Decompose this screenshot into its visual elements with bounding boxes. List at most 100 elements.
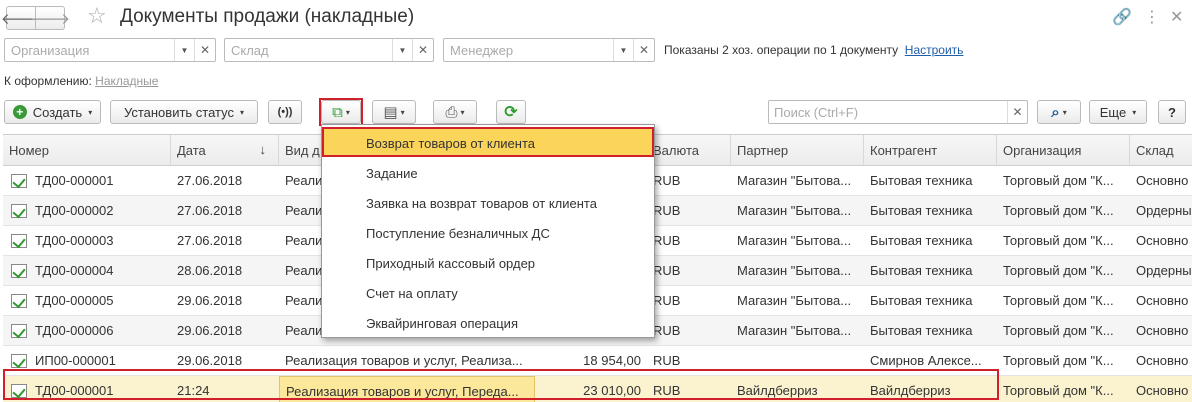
arrow-right-icon: 🡒: [29, 10, 71, 28]
menu-item[interactable]: Задание: [322, 157, 654, 187]
radio-waves-icon: (•)): [277, 106, 293, 118]
manager-placeholder[interactable]: Менеджер: [444, 39, 613, 61]
print-button[interactable]: ⎙ ▾: [433, 100, 477, 124]
cell-date: 27.06.2018: [177, 173, 243, 188]
create-based-on-menu: Возврат товаров от клиента Задание Заявка …: [321, 124, 655, 338]
menu-item[interactable]: Счет на оплату: [322, 277, 654, 307]
more-button-label: Еще: [1099, 104, 1127, 120]
cell-counterparty: Бытовая техника: [870, 233, 973, 248]
set-status-label: Установить статус: [123, 104, 235, 120]
caret-down-icon: ▾: [1132, 107, 1137, 117]
column-organization[interactable]: Организация: [997, 135, 1130, 166]
menu-item[interactable]: Приходный кассовый ордер: [322, 247, 654, 277]
search-box[interactable]: Поиск (Ctrl+F) ✕: [768, 100, 1028, 124]
link-icon[interactable]: 🔗: [1112, 7, 1132, 27]
caret-down-icon: ▾: [400, 107, 405, 117]
clear-icon[interactable]: ✕: [412, 39, 433, 61]
refresh-icon: ⟳: [504, 104, 518, 121]
cell-warehouse: Основно: [1136, 353, 1189, 368]
chevron-down-icon[interactable]: ▼: [174, 39, 194, 61]
cell-partner: Магазин "Бытова...: [737, 293, 852, 308]
cell-number: ТД00-000002: [35, 203, 114, 218]
more-vertical-icon[interactable]: ⋮: [1144, 7, 1160, 27]
warehouse-placeholder[interactable]: Склад: [225, 39, 392, 61]
cell-counterparty: Бытовая техника: [870, 203, 973, 218]
clear-icon[interactable]: ✕: [1007, 101, 1027, 123]
organization-placeholder[interactable]: Организация: [5, 39, 174, 61]
search-options-button[interactable]: ⌕ ▾: [1037, 100, 1081, 124]
exchange-button[interactable]: (•)): [268, 100, 302, 124]
cell-number: ТД00-000001: [35, 173, 114, 188]
cell-currency: RUB: [653, 203, 681, 218]
cell-counterparty: Бытовая техника: [870, 263, 973, 278]
cell-warehouse: Основно: [1136, 293, 1189, 308]
column-date-label: Дата: [177, 143, 206, 158]
cell-warehouse: Ордерны: [1136, 203, 1192, 218]
cell-organization: Торговый дом "К...: [1003, 233, 1114, 248]
more-button[interactable]: Еще ▾: [1089, 100, 1147, 124]
reports-button[interactable]: ▤ ▾: [372, 100, 416, 124]
operations-info: Показаны 2 хоз. операции по 1 документу …: [664, 43, 963, 57]
column-number[interactable]: Номер: [3, 135, 171, 166]
cell-date: 27.06.2018: [177, 233, 243, 248]
cell-organization: Торговый дом "К...: [1003, 383, 1114, 398]
caret-down-icon: ▾: [88, 107, 93, 117]
cell-partner: Магазин "Бытова...: [737, 173, 852, 188]
cell-counterparty: Бытовая техника: [870, 173, 973, 188]
cell-partner: Магазин "Бытова...: [737, 323, 852, 338]
operations-info-text: Показаны 2 хоз. операции по 1 документу: [664, 43, 899, 57]
pending-section: К оформлению: Накладные: [4, 74, 158, 88]
cell-counterparty: Бытовая техника: [870, 293, 973, 308]
chevron-down-icon[interactable]: ▼: [392, 39, 412, 61]
menu-item[interactable]: Возврат товаров от клиента: [322, 127, 654, 157]
caret-down-icon: ▾: [460, 107, 465, 117]
cell-partner: Магазин "Бытова...: [737, 233, 852, 248]
cell-date: 29.06.2018: [177, 323, 243, 338]
plus-circle-icon: +: [12, 105, 27, 119]
column-counterparty[interactable]: Контрагент: [864, 135, 997, 166]
column-partner[interactable]: Партнер: [731, 135, 864, 166]
set-status-button[interactable]: Установить статус ▾: [110, 100, 258, 124]
cell-partner: Магазин "Бытова...: [737, 263, 852, 278]
refresh-button[interactable]: ⟳: [496, 100, 526, 124]
menu-item[interactable]: Заявка на возврат товаров от клиента: [322, 187, 654, 217]
warehouse-filter[interactable]: Склад ▼ ✕: [224, 38, 434, 62]
cell-number: ТД00-000006: [35, 323, 114, 338]
cell-partner: Магазин "Бытова...: [737, 203, 852, 218]
column-date[interactable]: Дата ↓: [171, 135, 279, 166]
cell-warehouse: Основно: [1136, 173, 1189, 188]
report-icon: ▤: [383, 104, 398, 121]
forward-button[interactable]: 🡒: [30, 6, 70, 30]
favorite-star-icon[interactable]: ☆: [87, 3, 107, 29]
cell-currency: RUB: [653, 233, 681, 248]
close-icon[interactable]: ✕: [1170, 7, 1183, 27]
cell-currency: RUB: [653, 173, 681, 188]
help-button[interactable]: ?: [1158, 100, 1186, 124]
chevron-down-icon[interactable]: ▼: [613, 39, 633, 61]
column-warehouse[interactable]: Склад: [1130, 135, 1192, 166]
menu-item[interactable]: Поступление безналичных ДС: [322, 217, 654, 247]
menu-item[interactable]: Эквайринговая операция: [322, 307, 654, 337]
cell-organization: Торговый дом "К...: [1003, 353, 1114, 368]
cell-number: ТД00-000005: [35, 293, 114, 308]
cell-organization: Торговый дом "К...: [1003, 263, 1114, 278]
cell-date: 27.06.2018: [177, 203, 243, 218]
cell-currency: RUB: [653, 263, 681, 278]
caret-down-icon: ▾: [240, 107, 245, 117]
manager-filter[interactable]: Менеджер ▼ ✕: [443, 38, 655, 62]
cell-date: 29.06.2018: [177, 293, 243, 308]
cell-date: 28.06.2018: [177, 263, 243, 278]
cell-warehouse: Основно: [1136, 323, 1189, 338]
pending-invoices-link[interactable]: Накладные: [95, 74, 158, 88]
cell-warehouse: Ордерны: [1136, 263, 1192, 278]
cell-organization: Торговый дом "К...: [1003, 293, 1114, 308]
organization-filter[interactable]: Организация ▼ ✕: [4, 38, 216, 62]
search-input[interactable]: Поиск (Ctrl+F): [769, 101, 1007, 123]
create-button[interactable]: + Создать ▾: [4, 100, 101, 124]
column-currency[interactable]: Валюта: [647, 135, 731, 166]
clear-icon[interactable]: ✕: [633, 39, 654, 61]
clear-icon[interactable]: ✕: [194, 39, 215, 61]
configure-link[interactable]: Настроить: [905, 43, 964, 57]
cell-currency: RUB: [653, 323, 681, 338]
sort-down-icon: ↓: [259, 142, 267, 157]
